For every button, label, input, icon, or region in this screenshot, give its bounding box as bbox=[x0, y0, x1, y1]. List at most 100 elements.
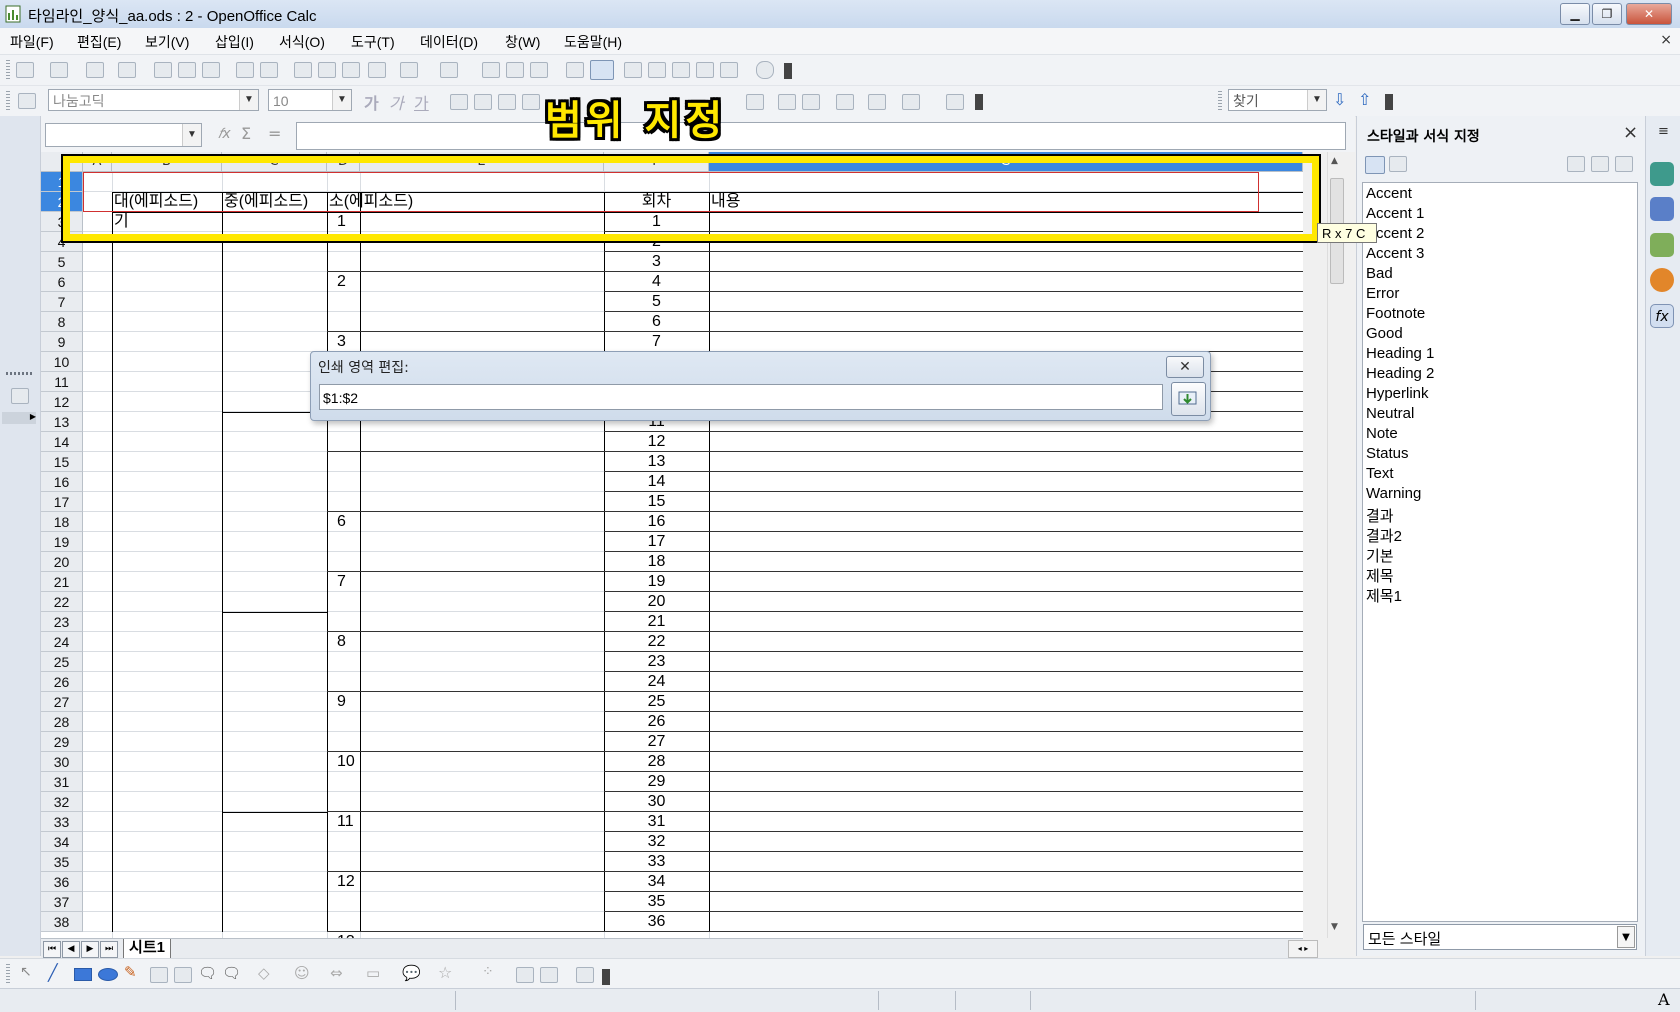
dock-expand-icon[interactable]: ▶ bbox=[2, 412, 36, 424]
auto-spellcheck-icon[interactable] bbox=[260, 62, 278, 78]
cell-d-value[interactable]: 2 bbox=[337, 272, 346, 292]
sum-icon[interactable]: Σ bbox=[241, 124, 251, 143]
justify-icon[interactable] bbox=[522, 94, 540, 110]
toolbar-overflow-icon[interactable] bbox=[784, 63, 792, 79]
row-header-15[interactable]: 15 bbox=[41, 452, 83, 472]
decrease-indent-icon[interactable] bbox=[778, 94, 796, 110]
gallery-icon[interactable] bbox=[672, 62, 690, 78]
row-header-5[interactable]: 5 bbox=[41, 252, 83, 272]
align-left-icon[interactable] bbox=[450, 94, 468, 110]
cell-f-value[interactable]: 32 bbox=[604, 832, 709, 852]
row-header-28[interactable]: 28 bbox=[41, 712, 83, 732]
style-item[interactable]: Note bbox=[1366, 425, 1398, 442]
borders-icon[interactable] bbox=[836, 94, 854, 110]
cell-f-value[interactable]: 18 bbox=[604, 552, 709, 572]
menu-file[interactable]: 파일(F) bbox=[10, 32, 54, 52]
style-item[interactable]: Heading 2 bbox=[1366, 365, 1434, 382]
style-item[interactable]: Accent bbox=[1366, 185, 1412, 202]
row-header-20[interactable]: 20 bbox=[41, 552, 83, 572]
cell-f-value[interactable]: 14 bbox=[604, 472, 709, 492]
style-item[interactable]: Neutral bbox=[1366, 405, 1414, 422]
menu-format[interactable]: 서식(O) bbox=[279, 32, 325, 52]
cell-f-value[interactable]: 29 bbox=[604, 772, 709, 792]
callouts-icon[interactable]: 🗨 bbox=[198, 964, 217, 982]
dock-grip[interactable] bbox=[6, 372, 34, 375]
export-pdf-icon[interactable] bbox=[154, 62, 172, 78]
style-item[interactable]: 결과 bbox=[1366, 505, 1394, 526]
spellcheck-icon[interactable] bbox=[236, 62, 254, 78]
edit-file-icon[interactable] bbox=[118, 62, 136, 78]
cell-f-value[interactable]: 13 bbox=[604, 452, 709, 472]
cell-f-value[interactable]: 25 bbox=[604, 692, 709, 712]
cell-d-value[interactable]: 11 bbox=[337, 812, 354, 832]
menu-tools[interactable]: 도구(T) bbox=[351, 32, 395, 52]
cell-d-value[interactable]: 10 bbox=[337, 752, 355, 772]
chevron-down-icon[interactable]: ▼ bbox=[332, 90, 351, 110]
flowchart-icon[interactable]: ▭ bbox=[366, 964, 380, 982]
toolbar-grip[interactable] bbox=[6, 964, 10, 984]
style-item[interactable]: Hyperlink bbox=[1366, 385, 1429, 402]
row-header-18[interactable]: 18 bbox=[41, 512, 83, 532]
cell-f-value[interactable]: 19 bbox=[604, 572, 709, 592]
row-header-21[interactable]: 21 bbox=[41, 572, 83, 592]
cell-f-value[interactable]: 27 bbox=[604, 732, 709, 752]
print-range-input[interactable]: $1:$2 bbox=[319, 384, 1163, 410]
expand-dialog-button[interactable] bbox=[1171, 382, 1206, 416]
function-wizard-icon[interactable]: 𝑓x bbox=[218, 126, 231, 142]
help-icon[interactable] bbox=[756, 61, 774, 79]
sidebar-menu-icon[interactable]: ≡ bbox=[1658, 124, 1669, 139]
horizontal-scroll-arrows-icon[interactable]: ◂ ▸ bbox=[1288, 940, 1318, 958]
toolbar-grip[interactable] bbox=[6, 60, 10, 80]
row-header-32[interactable]: 32 bbox=[41, 792, 83, 812]
vertical-scrollbar[interactable]: ▲ ▼ bbox=[1327, 152, 1344, 938]
toggle-grid-icon[interactable] bbox=[946, 94, 964, 110]
update-style-icon[interactable] bbox=[1615, 156, 1633, 172]
styles-formatting-icon[interactable] bbox=[18, 93, 36, 109]
cell-d-value[interactable]: 12 bbox=[337, 872, 355, 892]
cut-icon[interactable] bbox=[294, 62, 312, 78]
copy-icon[interactable] bbox=[318, 62, 336, 78]
symbol-shapes-icon[interactable]: ☺ bbox=[294, 964, 310, 982]
name-box[interactable]: ▼ bbox=[45, 123, 202, 147]
previous-sheet-button[interactable]: ◀ bbox=[62, 941, 80, 958]
close-document-icon[interactable]: × bbox=[1660, 32, 1672, 48]
style-item[interactable]: 제목 bbox=[1366, 565, 1394, 586]
increase-indent-icon[interactable] bbox=[802, 94, 820, 110]
cell-d-value[interactable]: 7 bbox=[337, 572, 346, 592]
cell-f-value[interactable]: 16 bbox=[604, 512, 709, 532]
redo-icon[interactable] bbox=[440, 62, 458, 78]
row-header-33[interactable]: 33 bbox=[41, 812, 83, 832]
block-arrows-icon[interactable]: ⇔ bbox=[330, 964, 343, 982]
cell-f-value[interactable]: 35 bbox=[604, 892, 709, 912]
row-header-38[interactable]: 38 bbox=[41, 912, 83, 932]
find-previous-icon[interactable]: ⇧ bbox=[1358, 90, 1371, 109]
style-item[interactable]: Status bbox=[1366, 445, 1409, 462]
cell-f-value[interactable]: 20 bbox=[604, 592, 709, 612]
row-header-23[interactable]: 23 bbox=[41, 612, 83, 632]
row-header-30[interactable]: 30 bbox=[41, 752, 83, 772]
cell-f-value[interactable]: 12 bbox=[604, 432, 709, 452]
functions-deck-icon[interactable]: fx bbox=[1650, 304, 1674, 328]
style-item[interactable]: Bad bbox=[1366, 265, 1393, 282]
cell-f-value[interactable]: 7 bbox=[604, 332, 709, 352]
row-header-9[interactable]: 9 bbox=[41, 332, 83, 352]
toolbar-overflow-icon[interactable] bbox=[975, 94, 983, 110]
row-header-25[interactable]: 25 bbox=[41, 652, 83, 672]
toggle-extrusion-icon[interactable] bbox=[576, 967, 594, 983]
formula-input[interactable] bbox=[296, 122, 1346, 150]
row-header-27[interactable]: 27 bbox=[41, 692, 83, 712]
cell-f-value[interactable]: 3 bbox=[604, 252, 709, 272]
vertical-callouts-icon[interactable]: 🗨 bbox=[222, 964, 241, 982]
from-file-icon[interactable] bbox=[516, 967, 534, 983]
cell-f-value[interactable]: 28 bbox=[604, 752, 709, 772]
points-icon[interactable]: ⁘ bbox=[482, 964, 494, 980]
toolbar-overflow-icon[interactable] bbox=[1385, 94, 1393, 110]
cell-f-value[interactable]: 36 bbox=[604, 912, 709, 932]
cell-d-value[interactable]: 8 bbox=[337, 632, 346, 652]
freeform-tool-icon[interactable]: ✎ bbox=[124, 963, 137, 981]
format-paintbrush-icon[interactable] bbox=[368, 62, 386, 78]
row-header-13[interactable]: 13 bbox=[41, 412, 83, 432]
data-sources-icon[interactable] bbox=[696, 62, 714, 78]
navigator-icon[interactable] bbox=[648, 62, 666, 78]
select-arrow-icon[interactable]: ↖ bbox=[20, 964, 32, 980]
